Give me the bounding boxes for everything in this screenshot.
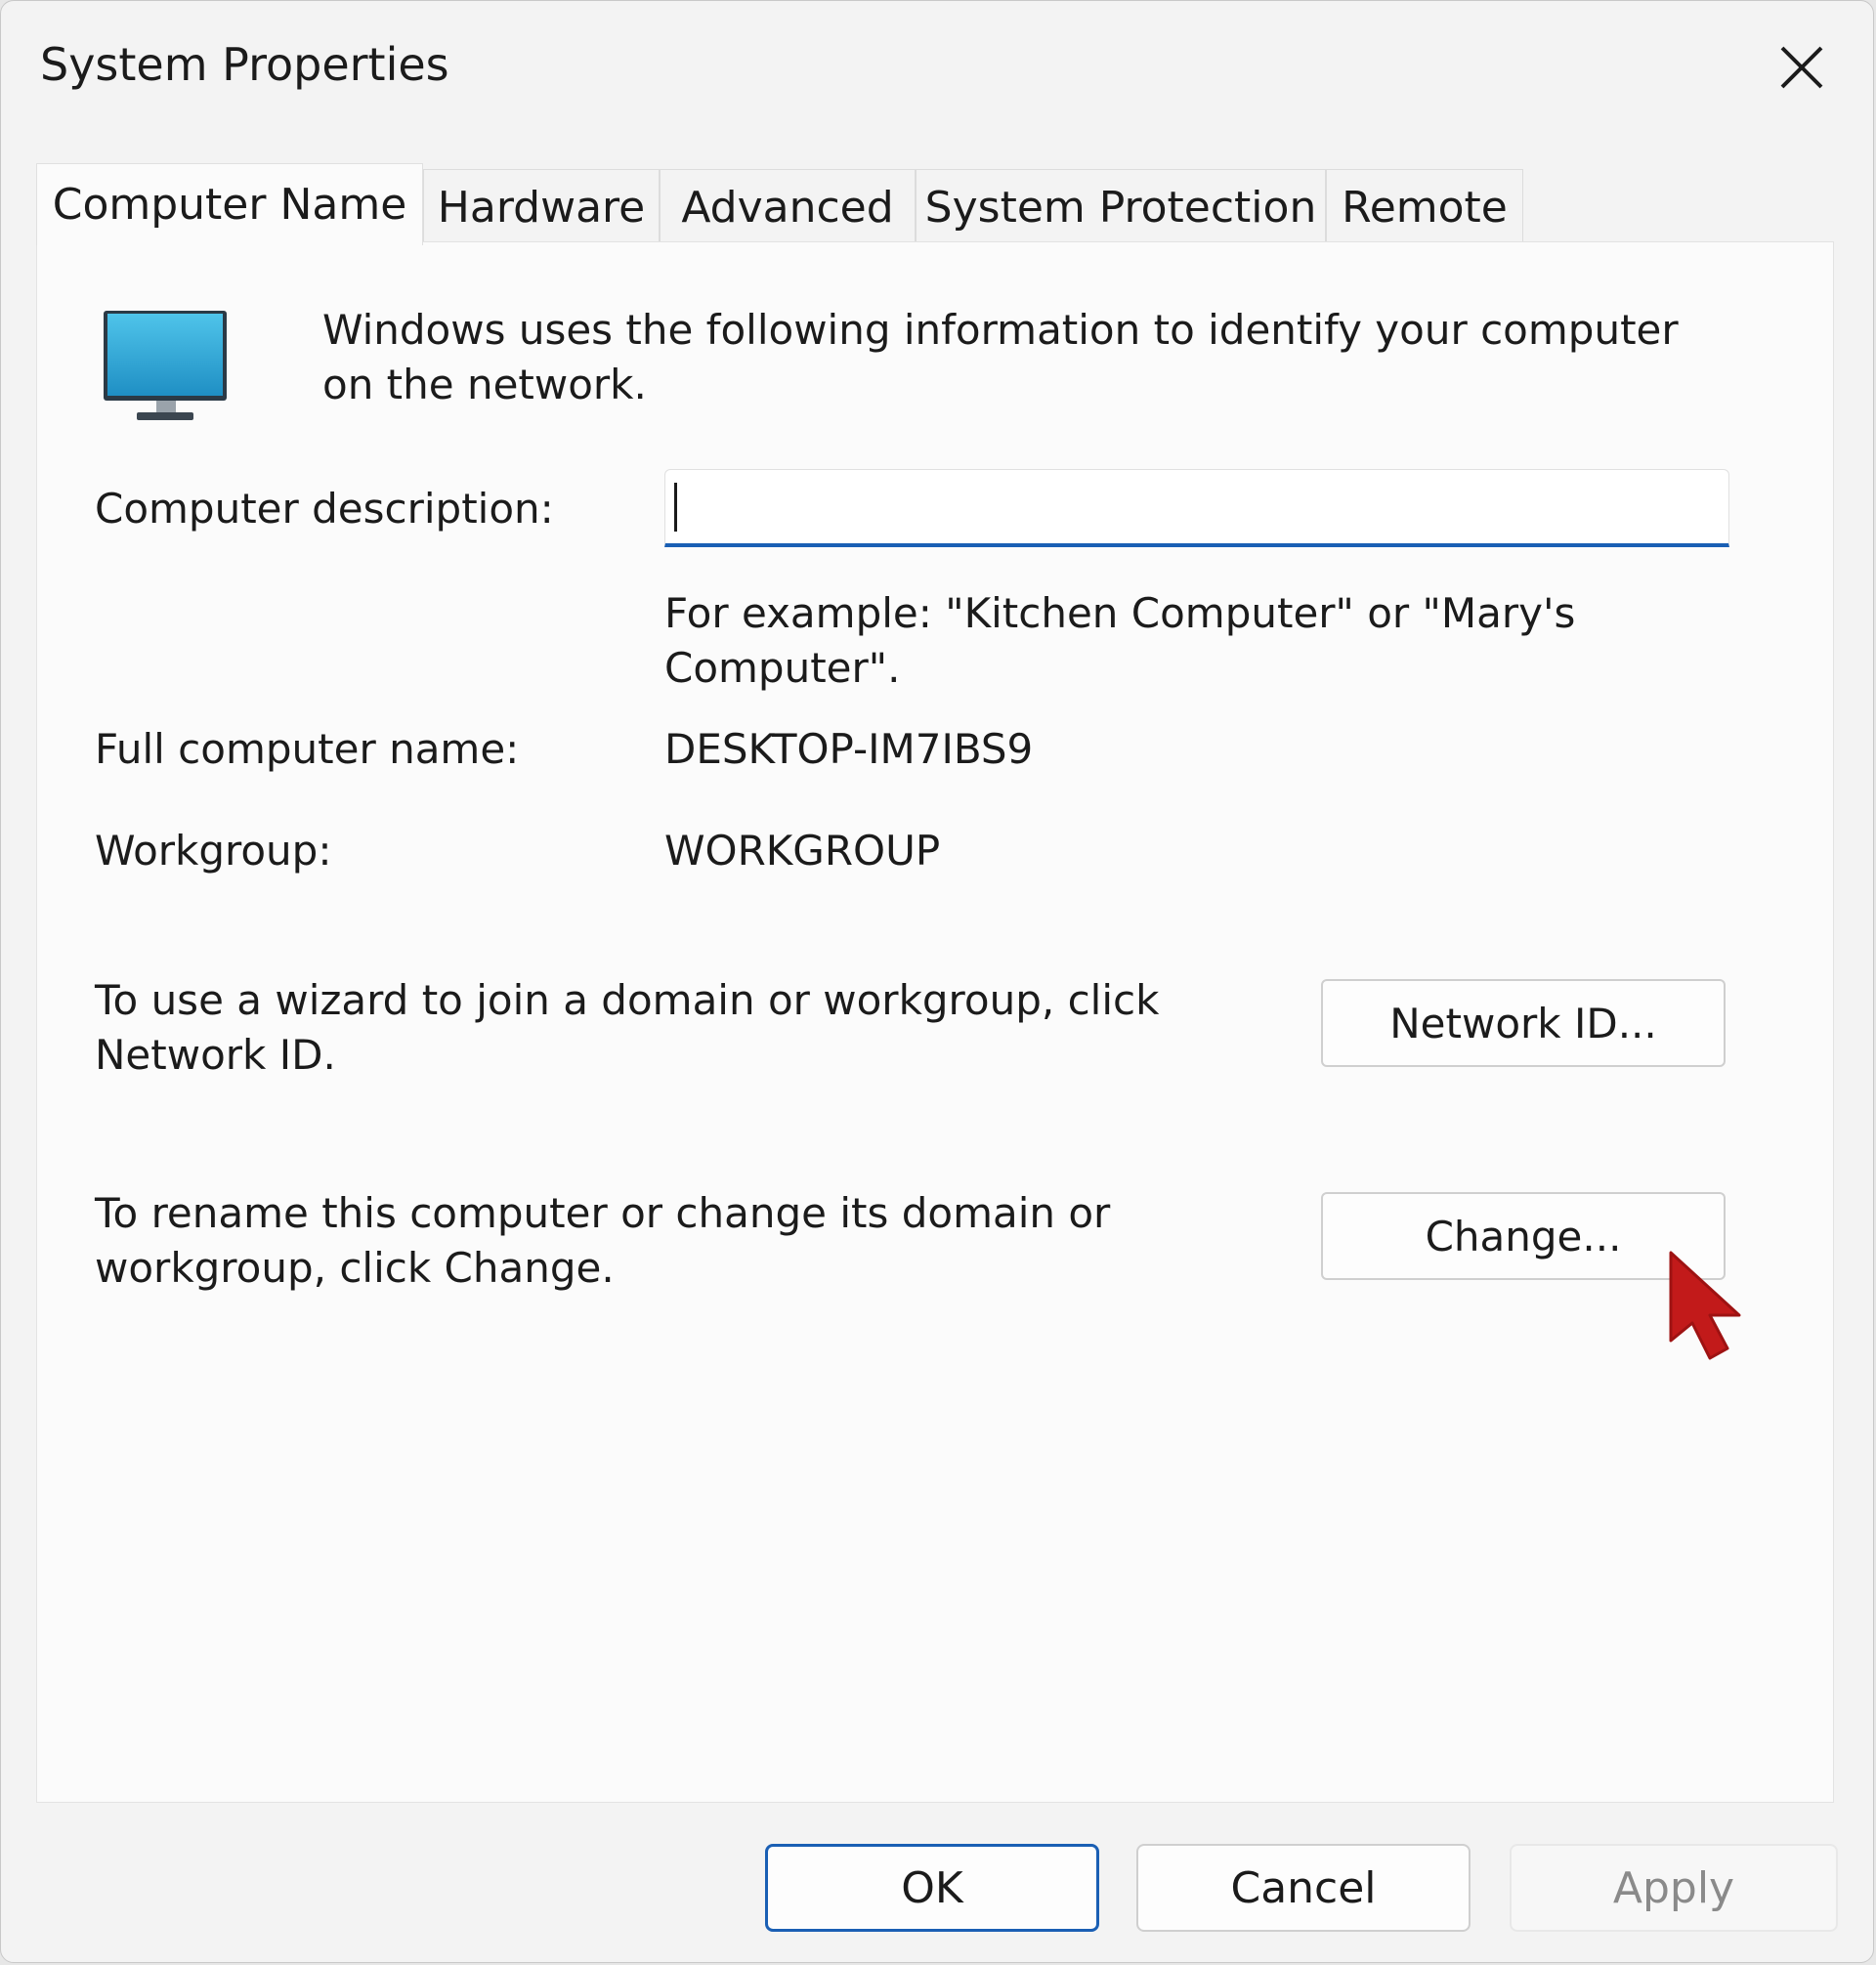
change-description: To rename this computer or change its do… — [95, 1189, 1111, 1292]
tab-system-protection[interactable]: System Protection — [916, 169, 1326, 245]
tab-hardware[interactable]: Hardware — [423, 169, 660, 245]
system-properties-dialog: System Properties Computer Name Hardware… — [0, 0, 1874, 1963]
computer-name-panel: Windows uses the following information t… — [36, 241, 1834, 1803]
workgroup-value: WORKGROUP — [664, 827, 941, 875]
mouse-pointer-icon — [1669, 1251, 1741, 1360]
workgroup-label: Workgroup: — [95, 827, 332, 875]
network-id-description: To use a wizard to join a domain or work… — [95, 976, 1160, 1079]
ok-button[interactable]: OK — [765, 1844, 1099, 1932]
apply-button[interactable]: Apply — [1510, 1844, 1838, 1932]
tab-computer-name[interactable]: Computer Name — [36, 163, 423, 245]
network-id-button[interactable]: Network ID... — [1321, 979, 1726, 1067]
tab-advanced[interactable]: Advanced — [660, 169, 916, 245]
tab-strip: Computer Name Hardware Advanced System P… — [36, 163, 1523, 245]
text-caret — [674, 483, 677, 532]
window-title: System Properties — [40, 38, 449, 91]
computer-description-label: Computer description: — [95, 485, 554, 533]
monitor-icon — [104, 311, 227, 420]
intro-text: Windows uses the following information t… — [322, 306, 1679, 408]
full-computer-name-value: DESKTOP-IM7IBS9 — [664, 725, 1034, 773]
close-icon — [1780, 46, 1823, 89]
description-example-text: For example: "Kitchen Computer" or "Mary… — [664, 589, 1576, 692]
full-computer-name-label: Full computer name: — [95, 725, 520, 773]
cancel-button[interactable]: Cancel — [1136, 1844, 1471, 1932]
close-button[interactable] — [1760, 30, 1844, 105]
tab-remote[interactable]: Remote — [1326, 169, 1523, 245]
computer-description-input[interactable] — [664, 469, 1729, 547]
